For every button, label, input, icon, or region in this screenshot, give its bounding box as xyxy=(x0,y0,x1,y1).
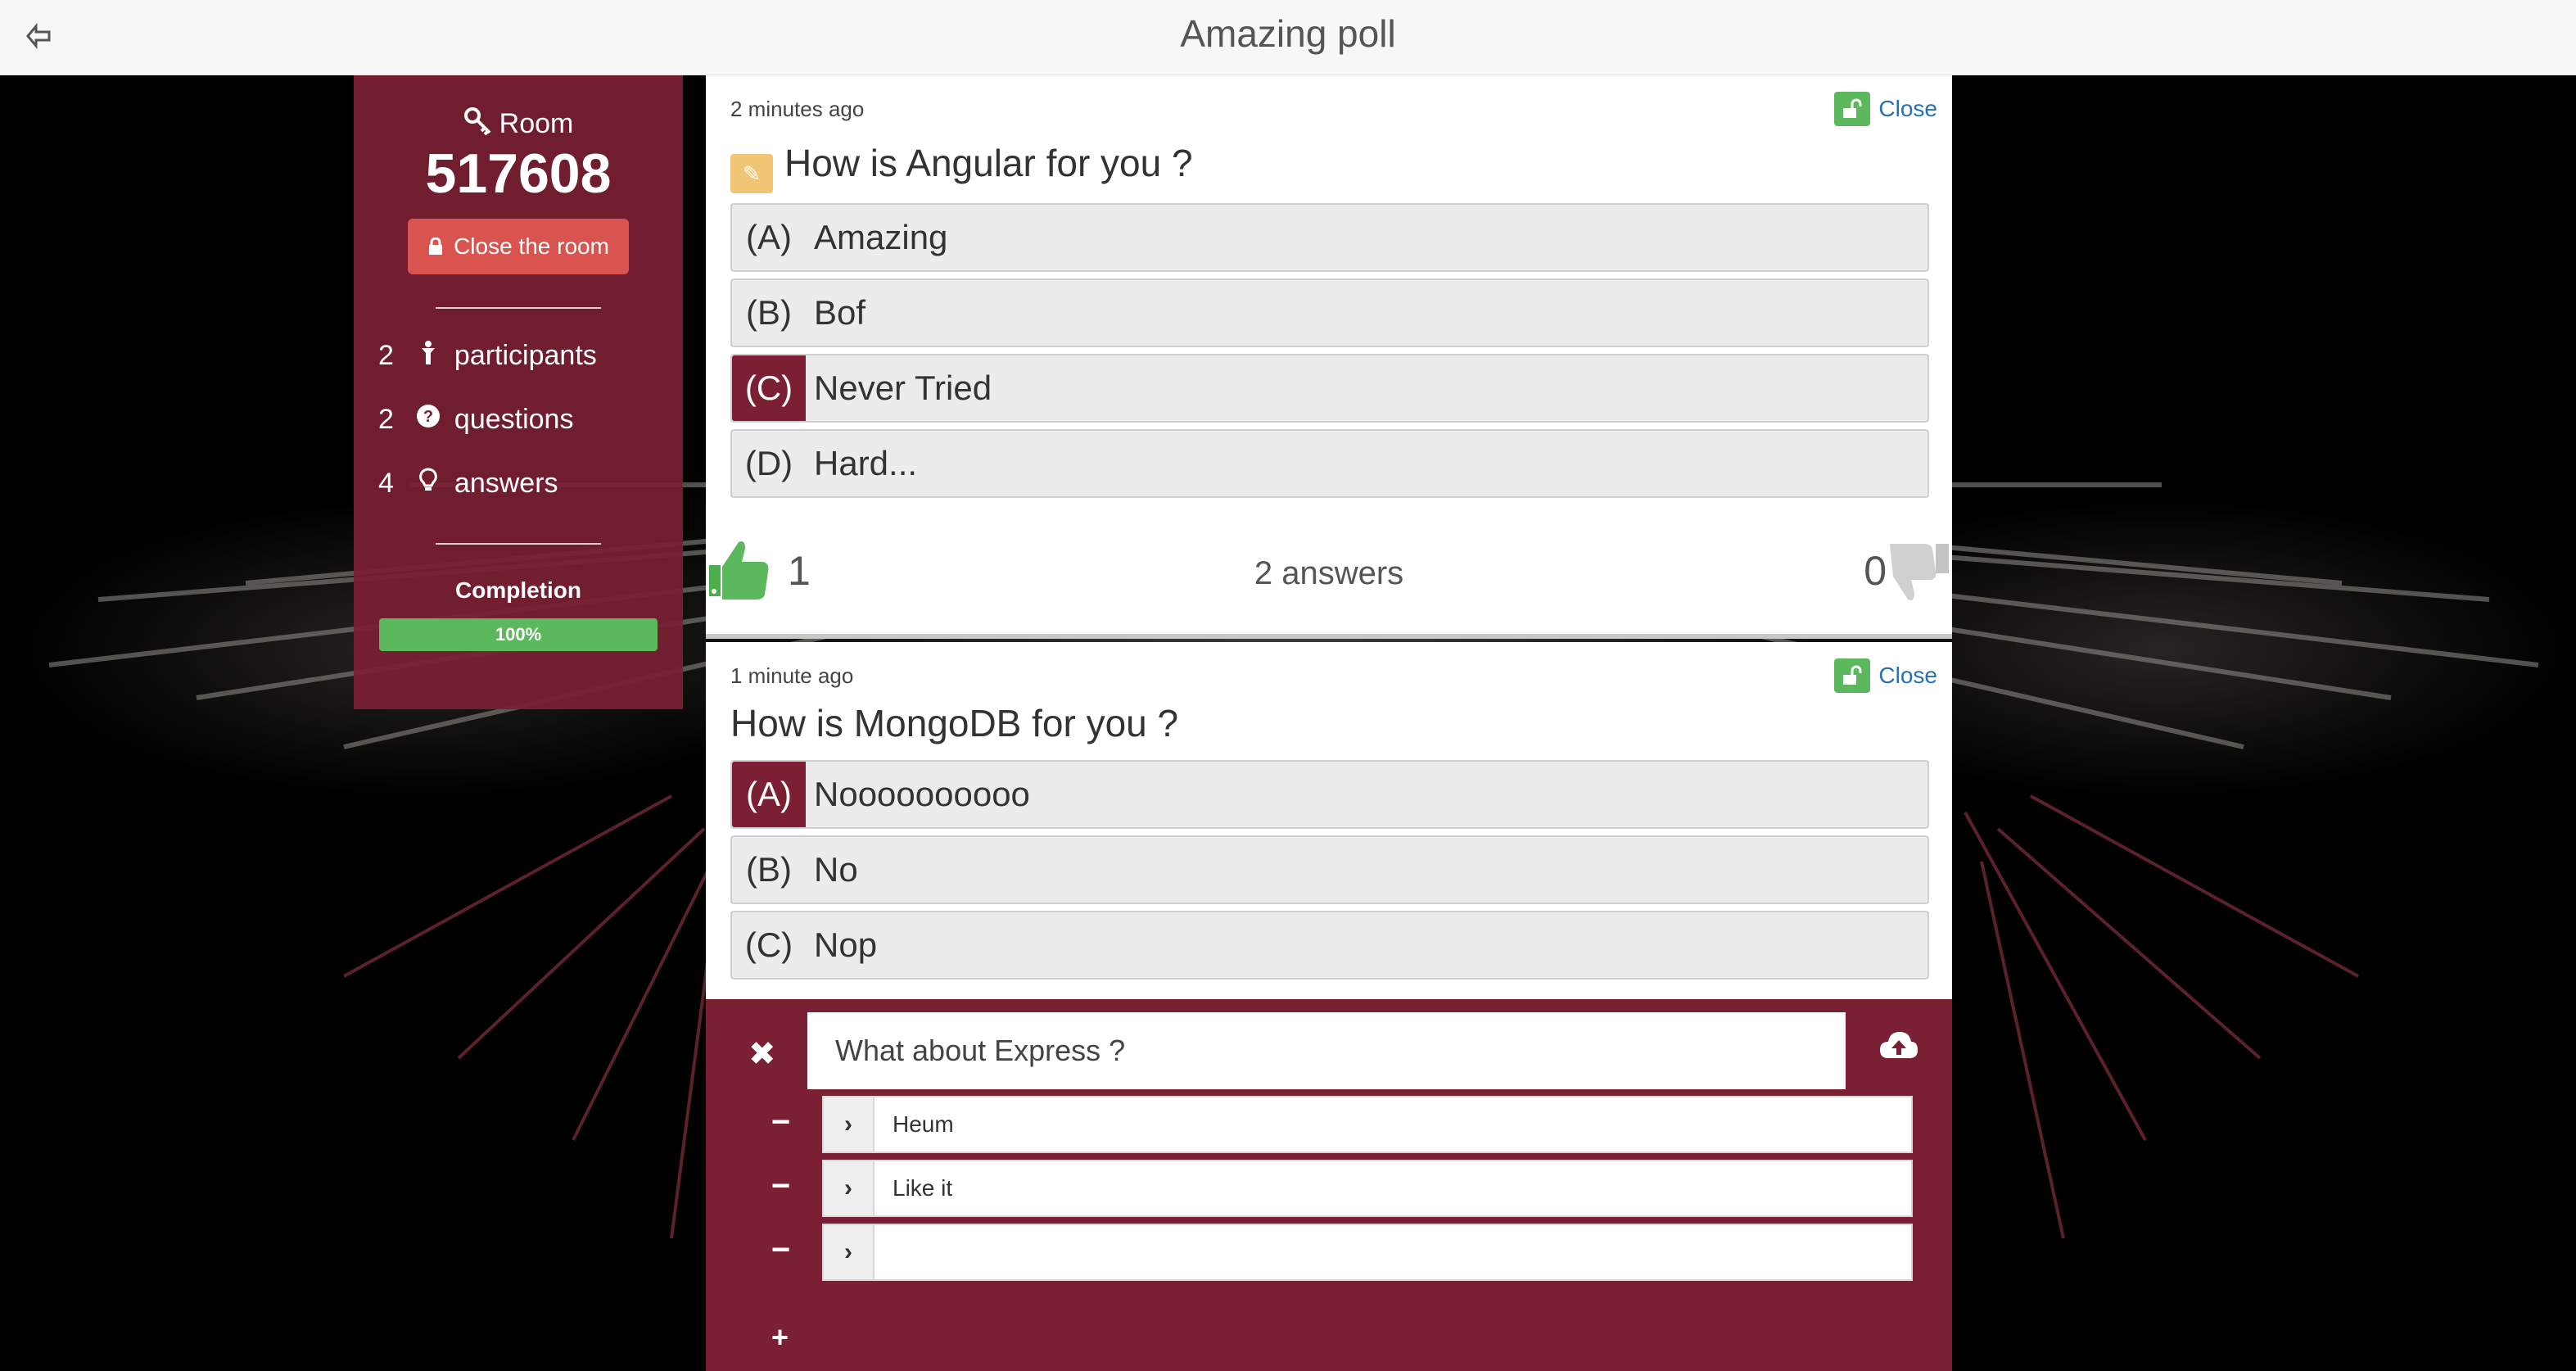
question-card: 2 minutes ago Close ✎ How is Angular for … xyxy=(706,75,1952,639)
option-letter: (C) xyxy=(732,355,806,421)
completion-bar: 100% xyxy=(379,618,658,651)
questions-label: questions xyxy=(454,404,574,435)
answers-count: 2 answers xyxy=(1254,555,1404,591)
vote-bar: 1 2 answers 0 xyxy=(706,534,1952,624)
answer-option[interactable]: (B) Bof xyxy=(730,278,1929,347)
remove-answer-button[interactable]: − xyxy=(771,1168,790,1205)
room-sidebar: Room 517608 Close the room 2 participant… xyxy=(354,75,683,709)
option-letter: (C) xyxy=(744,925,793,964)
answer-option[interactable]: (C) Nop xyxy=(730,911,1929,980)
answer-value: Like it xyxy=(893,1175,953,1201)
page-title: Amazing poll xyxy=(1180,12,1396,55)
lightbulb-icon xyxy=(410,451,446,515)
question-input[interactable]: What about Express ? xyxy=(807,1012,1846,1089)
stat-answers: 4 answers xyxy=(354,451,683,515)
option-label: Amazing xyxy=(814,218,948,256)
pencil-icon[interactable]: ✎ xyxy=(730,154,773,193)
close-room-label: Close the room xyxy=(454,233,609,259)
close-question-label: Close xyxy=(1878,96,1937,121)
downvote-count: 0 xyxy=(1864,548,1887,594)
divider xyxy=(436,307,601,309)
key-icon xyxy=(463,106,493,136)
room-number: 517608 xyxy=(425,143,612,205)
chevron-right-icon: › xyxy=(824,1225,874,1279)
questions-count: 2 xyxy=(378,404,394,435)
close-question-button[interactable]: Close xyxy=(1834,658,1937,693)
answer-row: − › Heum xyxy=(706,1096,1952,1153)
question-title: How is MongoDB for you ? xyxy=(730,702,1179,744)
user-icon xyxy=(410,324,446,387)
question-title-row: ✎ How is Angular for you ? xyxy=(730,141,1193,193)
answer-option[interactable]: (D) Hard... xyxy=(730,429,1929,498)
top-bar: Amazing poll xyxy=(0,0,2576,75)
option-letter: (D) xyxy=(744,444,793,482)
answer-option[interactable]: (B) No xyxy=(730,835,1929,904)
questions-column: 2 minutes ago Close ✎ How is Angular for … xyxy=(706,75,1952,1371)
unlock-icon xyxy=(1834,658,1871,693)
cloud-upload-icon[interactable] xyxy=(1878,1029,1919,1066)
divider xyxy=(436,543,601,545)
option-label: Hard... xyxy=(814,444,918,482)
room-label: Room xyxy=(499,108,574,139)
room-stats: 2 participants 2 ? questions 4 answers xyxy=(354,324,683,515)
close-question-label: Close xyxy=(1878,663,1937,688)
stat-participants: 2 participants xyxy=(354,324,683,387)
option-letter: (B) xyxy=(746,293,792,332)
answer-field[interactable]: › Like it xyxy=(822,1160,1913,1217)
close-room-button[interactable]: Close the room xyxy=(408,219,629,274)
option-label: Noooooooooo xyxy=(814,775,1030,813)
option-label: Never Tried xyxy=(814,369,992,407)
answer-field[interactable]: › Heum xyxy=(822,1096,1913,1153)
answer-value: Heum xyxy=(893,1111,954,1137)
answer-row: − › Like it xyxy=(706,1160,1952,1217)
answer-row: − › xyxy=(706,1224,1952,1281)
answer-field[interactable]: › xyxy=(822,1224,1913,1281)
participants-label: participants xyxy=(454,340,597,371)
option-label: Bof xyxy=(814,293,866,332)
answers-count-stat: 4 xyxy=(378,468,394,499)
option-letter: (A) xyxy=(732,762,806,827)
thumbs-down-icon[interactable] xyxy=(1887,534,1952,608)
remove-answer-button[interactable]: − xyxy=(771,1104,790,1141)
stat-questions: 2 ? questions xyxy=(354,387,683,451)
option-letter: (B) xyxy=(746,850,792,889)
close-icon[interactable]: ✖ xyxy=(748,1035,776,1073)
answer-option-selected[interactable]: (A) Noooooooooo xyxy=(730,760,1929,829)
option-letter: (A) xyxy=(746,218,792,256)
option-label: Nop xyxy=(814,925,878,964)
add-answer-button[interactable]: + xyxy=(771,1320,789,1355)
completion-progress: 100% xyxy=(379,618,658,651)
chevron-right-icon: › xyxy=(824,1161,874,1215)
option-label: No xyxy=(814,850,858,889)
chevron-right-icon: › xyxy=(824,1097,874,1152)
question-time: 1 minute ago xyxy=(730,663,854,688)
lock-icon xyxy=(427,220,444,255)
completion-label: Completion xyxy=(455,577,581,603)
question-time: 2 minutes ago xyxy=(730,97,865,121)
participants-count: 2 xyxy=(378,340,394,371)
answer-option[interactable]: (A) Amazing xyxy=(730,203,1929,272)
answers-label: answers xyxy=(454,468,558,499)
unlock-icon xyxy=(1834,92,1871,126)
question-title: How is Angular for you ? xyxy=(784,142,1193,184)
new-question-form: ✖ What about Express ? − › Heum − › Like… xyxy=(706,999,1952,1371)
question-circle-icon: ? xyxy=(410,387,446,451)
answer-option-selected[interactable]: (C) Never Tried xyxy=(730,354,1929,423)
room-label-row: Room xyxy=(354,106,683,140)
remove-answer-button[interactable]: − xyxy=(771,1232,790,1269)
close-question-button[interactable]: Close xyxy=(1834,92,1937,126)
svg-text:?: ? xyxy=(423,408,433,426)
